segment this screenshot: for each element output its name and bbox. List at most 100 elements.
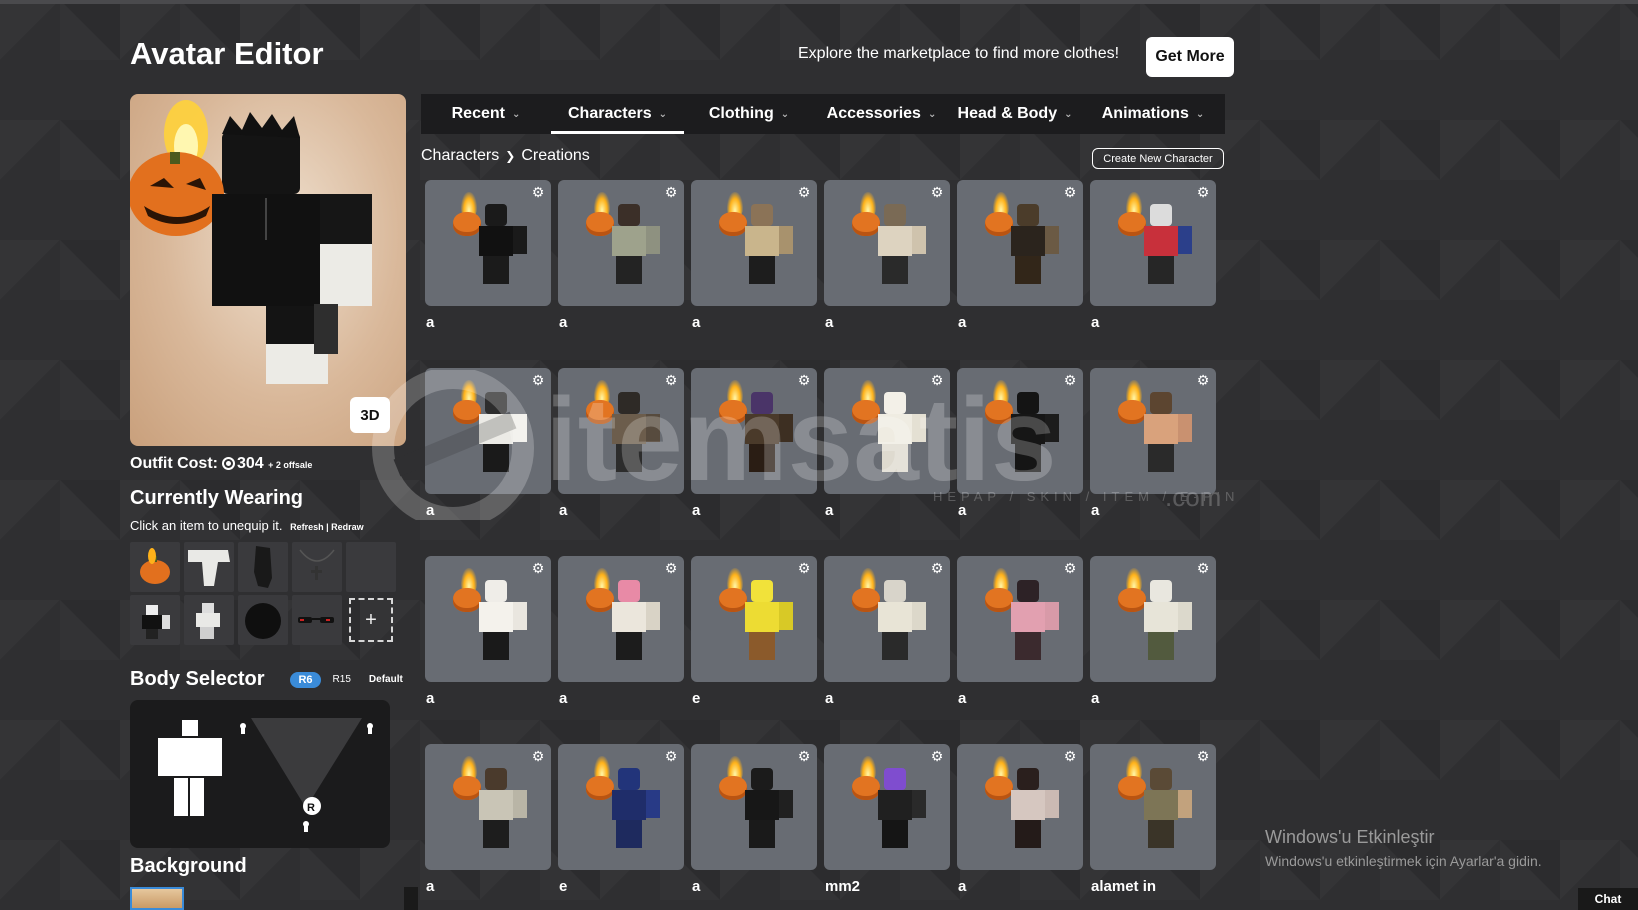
character-card[interactable]: ⚙ a xyxy=(957,744,1083,895)
worn-item-black-scarf[interactable] xyxy=(238,542,288,592)
gear-icon[interactable]: ⚙ xyxy=(930,373,944,387)
gear-icon[interactable]: ⚙ xyxy=(531,561,545,575)
scrollbar[interactable] xyxy=(404,887,418,910)
body-scale-panel[interactable]: R xyxy=(130,700,390,848)
character-card[interactable]: ⚙ a xyxy=(691,180,817,331)
character-card[interactable]: ⚙ a xyxy=(425,744,551,895)
character-thumbnail[interactable]: ⚙ xyxy=(824,368,950,494)
character-thumbnail[interactable]: ⚙ xyxy=(691,744,817,870)
tab-animations[interactable]: Animations ⌄ xyxy=(1081,94,1225,134)
character-thumbnail[interactable]: ⚙ xyxy=(1090,556,1216,682)
gear-icon[interactable]: ⚙ xyxy=(1063,373,1077,387)
create-new-character-button[interactable]: Create New Character xyxy=(1092,148,1224,169)
character-thumbnail[interactable]: ⚙ xyxy=(425,556,551,682)
tab-head-body[interactable]: Head & Body ⌄ xyxy=(949,94,1081,134)
character-thumbnail[interactable]: ⚙ xyxy=(425,180,551,306)
add-item-slot[interactable]: + xyxy=(346,595,396,645)
character-card[interactable]: ⚙ a xyxy=(558,368,684,519)
character-thumbnail[interactable]: ⚙ xyxy=(957,368,1083,494)
gear-icon[interactable]: ⚙ xyxy=(664,749,678,763)
gear-icon[interactable]: ⚙ xyxy=(797,561,811,575)
character-card[interactable]: ⚙ a xyxy=(1090,368,1216,519)
character-thumbnail[interactable]: ⚙ xyxy=(824,556,950,682)
character-thumbnail[interactable]: ⚙ xyxy=(824,744,950,870)
tab-clothing[interactable]: Clothing ⌄ xyxy=(684,94,814,134)
character-thumbnail[interactable]: ⚙ xyxy=(691,556,817,682)
tab-recent[interactable]: Recent ⌄ xyxy=(421,94,551,134)
character-card[interactable]: ⚙ a xyxy=(425,556,551,707)
character-card[interactable]: ⚙ a xyxy=(824,368,950,519)
gear-icon[interactable]: ⚙ xyxy=(797,749,811,763)
character-card[interactable]: ⚙ a xyxy=(558,556,684,707)
gear-icon[interactable]: ⚙ xyxy=(1063,749,1077,763)
character-thumbnail[interactable]: ⚙ xyxy=(425,744,551,870)
body-option-r6[interactable]: R6 xyxy=(290,671,321,688)
gear-icon[interactable]: ⚙ xyxy=(930,185,944,199)
gear-icon[interactable]: ⚙ xyxy=(531,373,545,387)
character-thumbnail[interactable]: ⚙ xyxy=(558,180,684,306)
gear-icon[interactable]: ⚙ xyxy=(797,373,811,387)
character-card[interactable]: ⚙ alamet in xyxy=(1090,744,1216,895)
worn-item-black-shirt[interactable] xyxy=(130,595,180,645)
get-more-button[interactable]: Get More xyxy=(1146,37,1234,77)
character-thumbnail[interactable]: ⚙ xyxy=(558,368,684,494)
gear-icon[interactable]: ⚙ xyxy=(797,185,811,199)
worn-item-pumpkin-head[interactable] xyxy=(130,542,180,592)
gear-icon[interactable]: ⚙ xyxy=(664,185,678,199)
gear-icon[interactable]: ⚙ xyxy=(531,185,545,199)
character-card[interactable]: ⚙ a xyxy=(425,368,551,519)
character-card[interactable]: ⚙ a xyxy=(1090,180,1216,331)
character-card[interactable]: ⚙ mm2 xyxy=(824,744,950,895)
view-3d-toggle[interactable]: 3D xyxy=(350,397,390,433)
add-item-button[interactable]: + xyxy=(349,598,393,642)
character-card[interactable]: ⚙ a xyxy=(691,744,817,895)
character-card[interactable]: ⚙ a xyxy=(957,180,1083,331)
character-card[interactable]: ⚙ e xyxy=(691,556,817,707)
character-card[interactable]: ⚙ a xyxy=(957,368,1083,519)
character-thumbnail[interactable]: ⚙ xyxy=(558,744,684,870)
refresh-redraw-link[interactable]: Refresh | Redraw xyxy=(290,522,364,532)
tab-characters[interactable]: Characters ⌄ xyxy=(551,94,684,134)
worn-item-white-shirt[interactable] xyxy=(184,595,234,645)
gear-icon[interactable]: ⚙ xyxy=(1196,373,1210,387)
character-thumbnail[interactable]: ⚙ xyxy=(824,180,950,306)
character-card[interactable]: ⚙ a xyxy=(1090,556,1216,707)
breadcrumb-parent[interactable]: Characters xyxy=(421,147,499,165)
character-thumbnail[interactable]: ⚙ xyxy=(1090,180,1216,306)
gear-icon[interactable]: ⚙ xyxy=(930,749,944,763)
character-thumbnail[interactable]: ⚙ xyxy=(957,744,1083,870)
character-thumbnail[interactable]: ⚙ xyxy=(1090,744,1216,870)
worn-item-black-hair[interactable] xyxy=(238,595,288,645)
gear-icon[interactable]: ⚙ xyxy=(1063,185,1077,199)
gear-icon[interactable]: ⚙ xyxy=(664,373,678,387)
character-card[interactable]: ⚙ a xyxy=(558,180,684,331)
character-thumbnail[interactable]: ⚙ xyxy=(425,368,551,494)
worn-item-sunglasses[interactable] xyxy=(292,595,342,645)
gear-icon[interactable]: ⚙ xyxy=(664,561,678,575)
gear-icon[interactable]: ⚙ xyxy=(1063,561,1077,575)
character-card[interactable]: ⚙ e xyxy=(558,744,684,895)
character-card[interactable]: ⚙ a xyxy=(824,180,950,331)
gear-icon[interactable]: ⚙ xyxy=(1196,561,1210,575)
character-thumbnail[interactable]: ⚙ xyxy=(558,556,684,682)
worn-item-empty[interactable] xyxy=(346,542,396,592)
worn-item-white-pants[interactable] xyxy=(184,542,234,592)
body-option-default[interactable]: Default xyxy=(369,674,403,685)
background-swatch[interactable] xyxy=(130,887,184,910)
character-card[interactable]: ⚙ a xyxy=(691,368,817,519)
gear-icon[interactable]: ⚙ xyxy=(531,749,545,763)
gear-icon[interactable]: ⚙ xyxy=(1196,749,1210,763)
character-card[interactable]: ⚙ a xyxy=(824,556,950,707)
character-thumbnail[interactable]: ⚙ xyxy=(957,556,1083,682)
character-thumbnail[interactable]: ⚙ xyxy=(1090,368,1216,494)
body-option-r15[interactable]: R15 xyxy=(333,674,351,685)
gear-icon[interactable]: ⚙ xyxy=(1196,185,1210,199)
character-thumbnail[interactable]: ⚙ xyxy=(691,180,817,306)
character-card[interactable]: ⚙ a xyxy=(957,556,1083,707)
tab-accessories[interactable]: Accessories ⌄ xyxy=(814,94,949,134)
character-thumbnail[interactable]: ⚙ xyxy=(957,180,1083,306)
worn-item-cross-necklace[interactable] xyxy=(292,542,342,592)
character-card[interactable]: ⚙ a xyxy=(425,180,551,331)
chat-button[interactable]: Chat xyxy=(1578,888,1638,910)
character-thumbnail[interactable]: ⚙ xyxy=(691,368,817,494)
